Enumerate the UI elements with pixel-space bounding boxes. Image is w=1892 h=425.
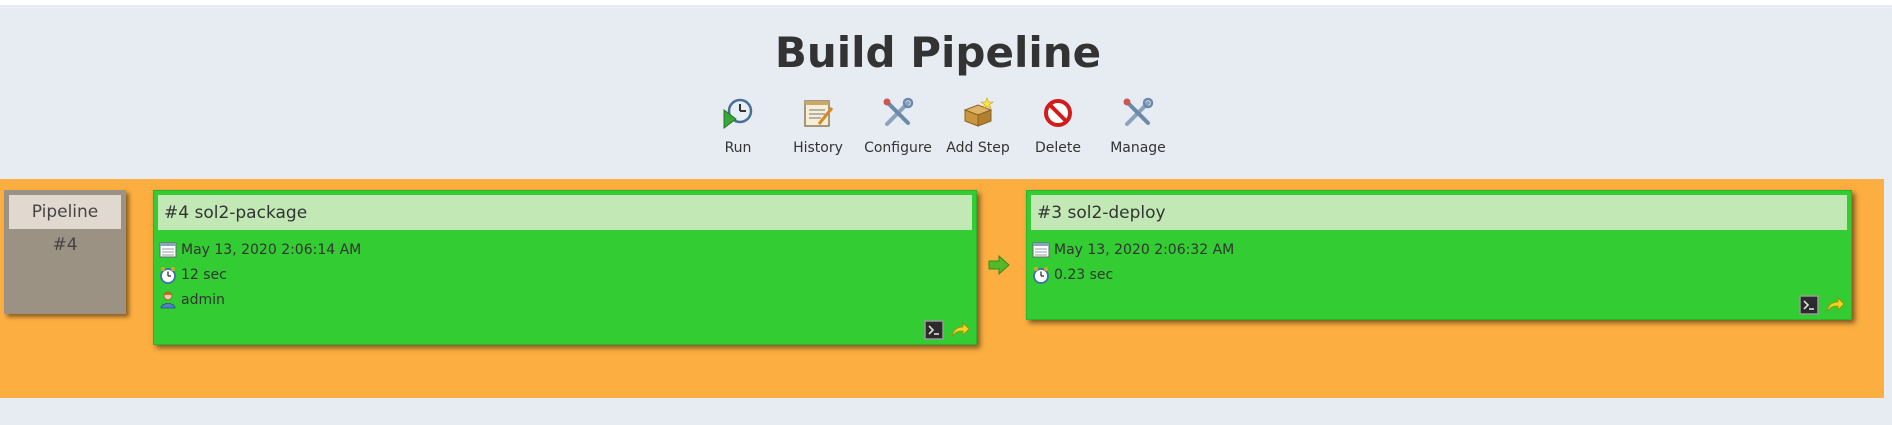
build-card-package[interactable]: #4 sol2-package May 13, 2020 2:06:14 AM …	[153, 190, 977, 345]
build-date: May 13, 2020 2:06:14 AM	[181, 241, 362, 258]
clock-icon	[160, 266, 176, 284]
page-title: Build Pipeline	[774, 28, 1102, 77]
history-icon	[804, 100, 834, 127]
add-step-label: Add Step	[946, 140, 1010, 156]
build-date-row: May 13, 2020 2:06:32 AM	[1032, 237, 1851, 262]
build-duration: 12 sec	[181, 266, 227, 283]
build-title[interactable]: #4 sol2-package	[158, 195, 972, 230]
user-icon	[160, 291, 176, 308]
manage-label: Manage	[1110, 140, 1166, 156]
history-button[interactable]: History	[778, 96, 858, 156]
calendar-icon	[1032, 242, 1050, 257]
pipeline-arrow-icon	[988, 254, 1010, 276]
calendar-icon	[159, 242, 177, 257]
build-user: admin	[181, 291, 225, 308]
build-title[interactable]: #3 sol2-deploy	[1031, 195, 1847, 230]
history-label: History	[793, 140, 843, 156]
configure-label: Configure	[864, 140, 932, 156]
build-duration-row: 12 sec	[159, 262, 976, 287]
rebuild-arrow-icon[interactable]	[950, 320, 970, 340]
configure-button[interactable]: Configure	[858, 96, 938, 156]
console-icon[interactable]	[924, 320, 944, 340]
build-duration: 0.23 sec	[1054, 266, 1114, 283]
build-card-deploy[interactable]: #3 sol2-deploy May 13, 2020 2:06:32 AM 0…	[1026, 190, 1852, 320]
build-duration-row: 0.23 sec	[1032, 262, 1851, 287]
pipeline-card[interactable]: Pipeline #4	[4, 190, 126, 314]
delete-icon	[1044, 99, 1072, 127]
toolbar: Run History Configure Add Step Delete Ma…	[0, 96, 1876, 156]
rebuild-arrow-icon[interactable]	[1825, 295, 1845, 315]
pipeline-label: Pipeline	[9, 195, 121, 229]
build-date: May 13, 2020 2:06:32 AM	[1054, 241, 1235, 258]
build-user-row: admin	[159, 287, 976, 312]
delete-label: Delete	[1035, 140, 1081, 156]
configure-icon	[883, 97, 914, 126]
run-button[interactable]: Run	[698, 96, 778, 156]
manage-button[interactable]: Manage	[1098, 96, 1178, 156]
build-actions	[924, 320, 970, 340]
delete-button[interactable]: Delete	[1018, 96, 1098, 156]
run-icon	[723, 98, 753, 129]
add-step-icon	[963, 97, 994, 127]
build-actions	[1799, 295, 1845, 315]
build-date-row: May 13, 2020 2:06:14 AM	[159, 237, 976, 262]
add-step-button[interactable]: Add Step	[938, 96, 1018, 156]
console-icon[interactable]	[1799, 295, 1819, 315]
clock-icon	[1033, 266, 1049, 284]
manage-icon	[1123, 97, 1154, 126]
pipeline-number: #4	[52, 235, 78, 255]
run-label: Run	[724, 140, 752, 156]
